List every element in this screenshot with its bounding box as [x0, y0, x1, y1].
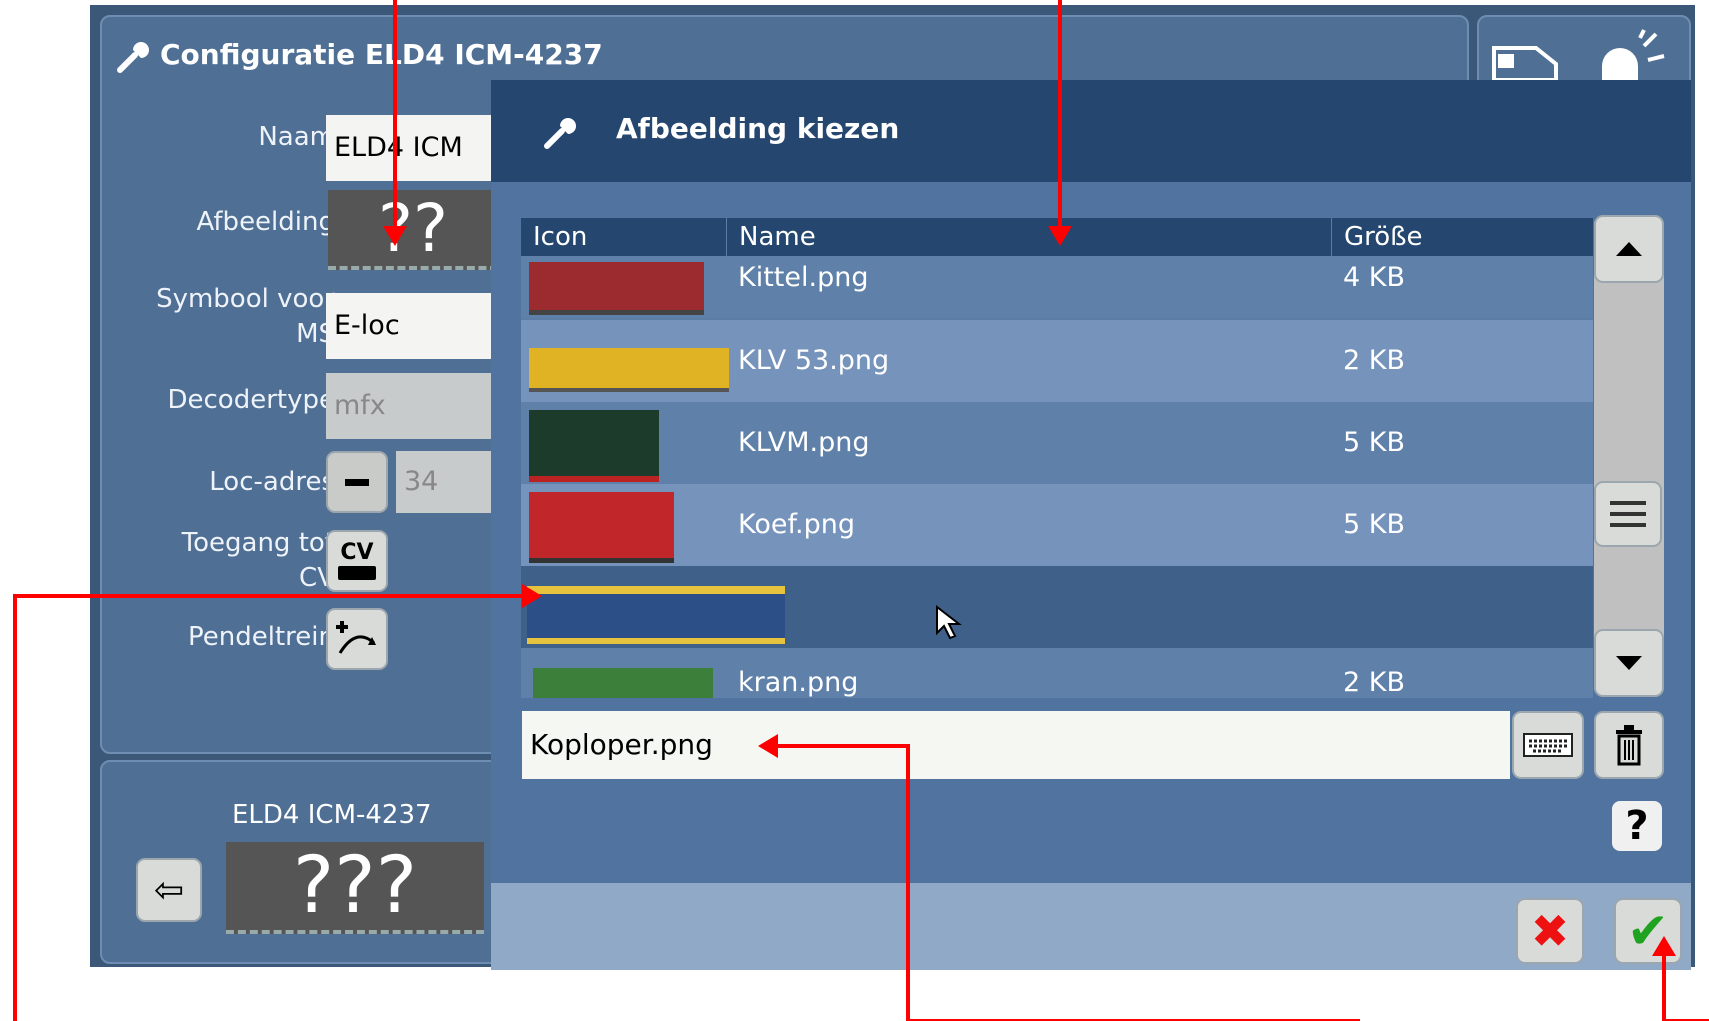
- annotation-arrow-thumbnail: [13, 594, 528, 1021]
- annotation-arrow-ok: [1662, 946, 1709, 1021]
- annotation-arrows: [13, 0, 1709, 1021]
- annotation-arrow-filename: [770, 744, 1360, 1021]
